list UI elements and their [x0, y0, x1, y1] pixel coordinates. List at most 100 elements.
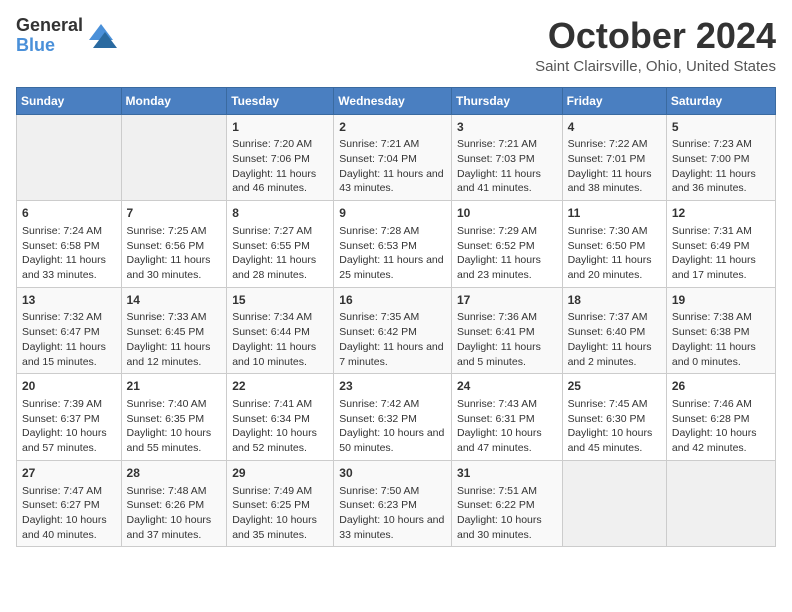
day-info: Sunset: 7:03 PM: [457, 152, 557, 167]
day-number: 6: [22, 205, 116, 222]
day-info: Sunrise: 7:36 AM: [457, 310, 557, 325]
month-title: October 2024: [535, 16, 776, 56]
day-info: Daylight: 10 hours and 33 minutes.: [339, 513, 446, 542]
day-info: Sunset: 6:41 PM: [457, 325, 557, 340]
day-info: Sunset: 6:30 PM: [568, 412, 661, 427]
day-number: 27: [22, 465, 116, 482]
day-number: 12: [672, 205, 770, 222]
day-info: Sunset: 6:22 PM: [457, 498, 557, 513]
calendar-cell: 14Sunrise: 7:33 AMSunset: 6:45 PMDayligh…: [121, 287, 227, 374]
day-info: Sunset: 6:38 PM: [672, 325, 770, 340]
day-info: Sunrise: 7:37 AM: [568, 310, 661, 325]
calendar-cell: 30 Sunrise: 7:50 AMSunset: 6:23 PMDayligh…: [334, 460, 452, 547]
day-info: Daylight: 11 hours and 0 minutes.: [672, 340, 770, 369]
day-number: 28: [127, 465, 222, 482]
day-info: Sunset: 6:34 PM: [232, 412, 328, 427]
day-info: Sunset: 7:06 PM: [232, 152, 328, 167]
day-info: Sunset: 6:53 PM: [339, 239, 446, 254]
day-info: Daylight: 11 hours and 10 minutes.: [232, 340, 328, 369]
day-info: Daylight: 11 hours and 38 minutes.: [568, 167, 661, 196]
calendar-cell: 6Sunrise: 7:24 AMSunset: 6:58 PMDaylight…: [17, 201, 122, 288]
calendar-cell: 25 Sunrise: 7:45 AMSunset: 6:30 PMDayligh…: [562, 374, 666, 461]
calendar-cell: 9 Sunrise: 7:28 AMSunset: 6:53 PMDaylight…: [334, 201, 452, 288]
calendar-cell: 13Sunrise: 7:32 AMSunset: 6:47 PMDayligh…: [17, 287, 122, 374]
calendar-cell: 5Sunrise: 7:23 AMSunset: 7:00 PMDaylight…: [666, 114, 775, 201]
day-number: 7: [127, 205, 222, 222]
day-info: Daylight: 11 hours and 5 minutes.: [457, 340, 557, 369]
logo-text: GeneralBlue: [16, 16, 83, 56]
day-number: 30: [339, 465, 446, 482]
weekday-header: Saturday: [666, 87, 775, 114]
day-info: Daylight: 11 hours and 17 minutes.: [672, 253, 770, 282]
calendar-week-row: 27Sunrise: 7:47 AMSunset: 6:27 PMDayligh…: [17, 460, 776, 547]
day-info: Sunrise: 7:20 AM: [232, 137, 328, 152]
day-info: Sunrise: 7:50 AM: [339, 484, 446, 499]
day-info: Sunrise: 7:48 AM: [127, 484, 222, 499]
day-info: Daylight: 11 hours and 23 minutes.: [457, 253, 557, 282]
day-info: Daylight: 10 hours and 47 minutes.: [457, 426, 557, 455]
day-info: Sunset: 6:23 PM: [339, 498, 446, 513]
weekday-header: Monday: [121, 87, 227, 114]
day-info: Sunrise: 7:51 AM: [457, 484, 557, 499]
day-info: Sunrise: 7:24 AM: [22, 224, 116, 239]
calendar-cell: 23Sunrise: 7:42 AMSunset: 6:32 PMDayligh…: [334, 374, 452, 461]
day-info: Sunset: 6:52 PM: [457, 239, 557, 254]
weekday-header: Friday: [562, 87, 666, 114]
day-info: Sunset: 6:26 PM: [127, 498, 222, 513]
weekday-header: Thursday: [451, 87, 562, 114]
logo-icon: [85, 20, 117, 52]
day-info: Daylight: 11 hours and 43 minutes.: [339, 167, 446, 196]
day-number: 2: [339, 119, 446, 136]
day-info: Sunset: 6:50 PM: [568, 239, 661, 254]
day-info: Sunset: 6:47 PM: [22, 325, 116, 340]
day-info: Sunrise: 7:25 AM: [127, 224, 222, 239]
title-area: October 2024 Saint Clairsville, Ohio, Un…: [535, 16, 776, 75]
day-info: Daylight: 10 hours and 40 minutes.: [22, 513, 116, 542]
day-number: 20: [22, 378, 116, 395]
day-info: Sunrise: 7:45 AM: [568, 397, 661, 412]
calendar-cell: 1Sunrise: 7:20 AMSunset: 7:06 PMDaylight…: [227, 114, 334, 201]
calendar-cell: 3Sunrise: 7:21 AMSunset: 7:03 PMDaylight…: [451, 114, 562, 201]
day-info: Daylight: 11 hours and 36 minutes.: [672, 167, 770, 196]
day-info: Sunset: 6:58 PM: [22, 239, 116, 254]
day-info: Sunrise: 7:30 AM: [568, 224, 661, 239]
day-info: Sunrise: 7:33 AM: [127, 310, 222, 325]
day-info: Sunrise: 7:31 AM: [672, 224, 770, 239]
day-info: Daylight: 10 hours and 52 minutes.: [232, 426, 328, 455]
day-number: 17: [457, 292, 557, 309]
day-number: 18: [568, 292, 661, 309]
calendar-cell: 8Sunrise: 7:27 AMSunset: 6:55 PMDaylight…: [227, 201, 334, 288]
day-info: Sunset: 6:49 PM: [672, 239, 770, 254]
weekday-header: Tuesday: [227, 87, 334, 114]
day-info: Sunset: 6:55 PM: [232, 239, 328, 254]
calendar-week-row: 20Sunrise: 7:39 AMSunset: 6:37 PMDayligh…: [17, 374, 776, 461]
day-info: Sunset: 6:25 PM: [232, 498, 328, 513]
calendar-cell: 29Sunrise: 7:49 AMSunset: 6:25 PMDayligh…: [227, 460, 334, 547]
day-info: Sunrise: 7:41 AM: [232, 397, 328, 412]
day-info: Daylight: 10 hours and 45 minutes.: [568, 426, 661, 455]
day-info: Daylight: 11 hours and 41 minutes.: [457, 167, 557, 196]
weekday-header: Wednesday: [334, 87, 452, 114]
day-info: Sunset: 6:45 PM: [127, 325, 222, 340]
day-number: 9: [339, 205, 446, 222]
day-info: Sunrise: 7:28 AM: [339, 224, 446, 239]
day-info: Sunrise: 7:42 AM: [339, 397, 446, 412]
day-number: 15: [232, 292, 328, 309]
day-info: Daylight: 10 hours and 37 minutes.: [127, 513, 222, 542]
calendar-cell: 15Sunrise: 7:34 AMSunset: 6:44 PMDayligh…: [227, 287, 334, 374]
day-info: Daylight: 11 hours and 25 minutes.: [339, 253, 446, 282]
day-info: Daylight: 11 hours and 7 minutes.: [339, 340, 446, 369]
day-info: Daylight: 10 hours and 57 minutes.: [22, 426, 116, 455]
day-number: 25: [568, 378, 661, 395]
day-number: 4: [568, 119, 661, 136]
day-number: 24: [457, 378, 557, 395]
day-number: 10: [457, 205, 557, 222]
day-number: 11: [568, 205, 661, 222]
day-number: 29: [232, 465, 328, 482]
day-info: Sunrise: 7:38 AM: [672, 310, 770, 325]
day-info: Sunrise: 7:23 AM: [672, 137, 770, 152]
day-info: Sunset: 6:31 PM: [457, 412, 557, 427]
calendar-cell: 21Sunrise: 7:40 AMSunset: 6:35 PMDayligh…: [121, 374, 227, 461]
day-info: Daylight: 10 hours and 35 minutes.: [232, 513, 328, 542]
calendar-cell: 31Sunrise: 7:51 AMSunset: 6:22 PMDayligh…: [451, 460, 562, 547]
